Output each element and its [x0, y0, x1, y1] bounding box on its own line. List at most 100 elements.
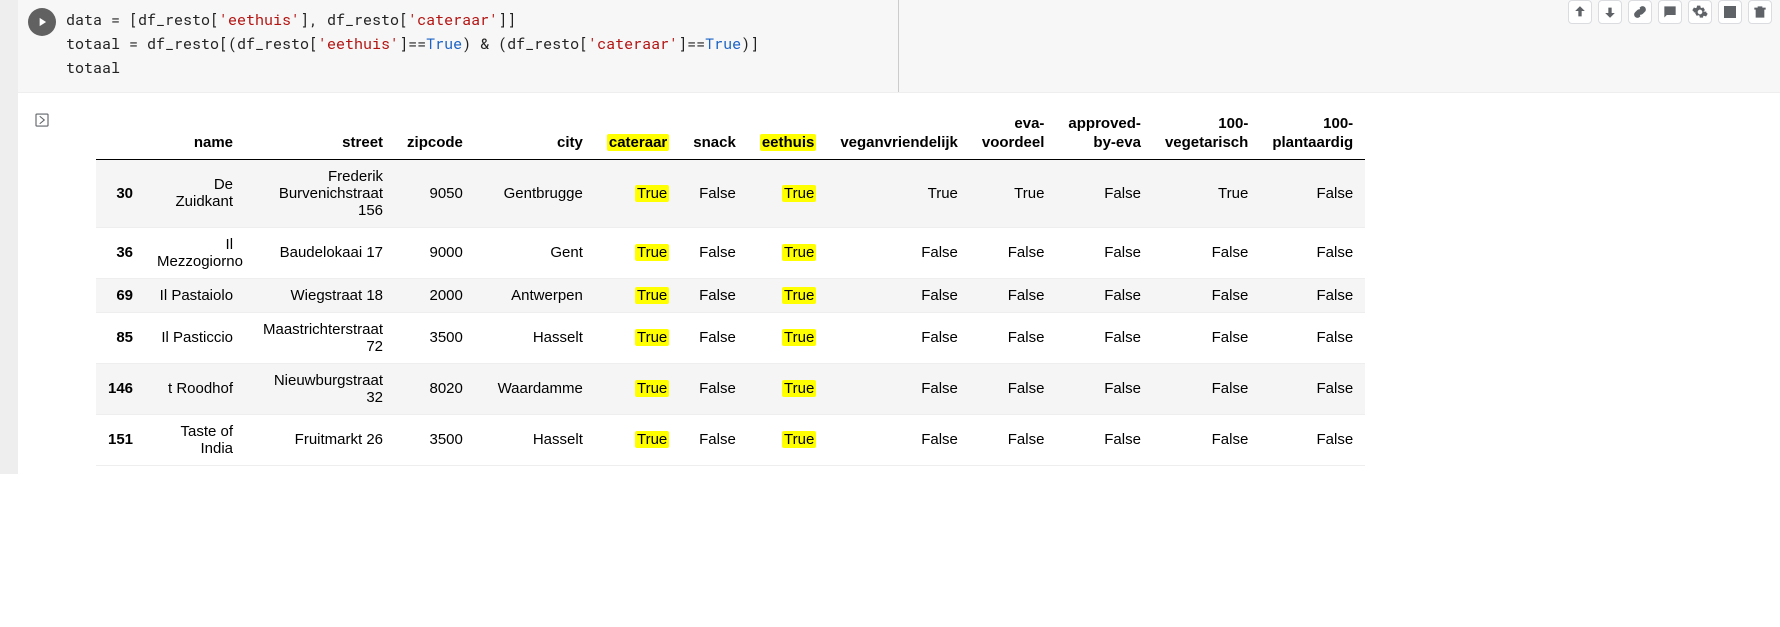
output-indicator-icon[interactable] [33, 111, 51, 132]
table-cell: True [595, 227, 681, 278]
table-row: 69Il PastaioloWiegstraat 182000Antwerpen… [96, 278, 1365, 312]
output-area: name street zipcode city cateraar snack … [18, 93, 1780, 474]
dataframe-output[interactable]: name street zipcode city cateraar snack … [66, 93, 1780, 474]
table-cell: True [748, 227, 829, 278]
table-cell: Antwerpen [475, 278, 595, 312]
table-cell: False [1056, 363, 1153, 414]
table-cell: 9000 [395, 227, 475, 278]
table-cell: False [828, 227, 970, 278]
col-snack: snack [681, 109, 748, 159]
table-cell: False [1056, 312, 1153, 363]
table-cell: Waardamme [475, 363, 595, 414]
table-cell: Wiegstraat 18 [245, 278, 395, 312]
code-input-area[interactable]: data = [df_resto['eethuis'], df_resto['c… [18, 0, 1780, 93]
table-cell: Il Mezzogiorno [145, 227, 245, 278]
table-cell: False [1260, 278, 1365, 312]
move-cell-down-button[interactable] [1598, 0, 1622, 24]
row-index: 85 [96, 312, 145, 363]
add-comment-button[interactable] [1658, 0, 1682, 24]
table-cell: Hasselt [475, 312, 595, 363]
table-cell: 2000 [395, 278, 475, 312]
notebook-cell: data = [df_resto['eethuis'], df_resto['c… [0, 0, 1780, 474]
row-index: 30 [96, 159, 145, 227]
table-cell: False [1260, 363, 1365, 414]
table-cell: False [828, 363, 970, 414]
table-cell: 3500 [395, 312, 475, 363]
cell-settings-button[interactable] [1688, 0, 1712, 24]
table-cell: True [595, 363, 681, 414]
table-cell: 8020 [395, 363, 475, 414]
run-cell-button[interactable] [28, 8, 56, 36]
table-cell: False [681, 227, 748, 278]
col-cateraar: cateraar [595, 109, 681, 159]
col-name: name [145, 109, 245, 159]
table-cell: True [748, 159, 829, 227]
dataframe-table: name street zipcode city cateraar snack … [96, 109, 1365, 466]
table-cell: False [1153, 363, 1260, 414]
link-cell-button[interactable] [1628, 0, 1652, 24]
row-index: 151 [96, 414, 145, 465]
col-100-plantaardig: 100-plantaardig [1260, 109, 1365, 159]
table-cell: True [970, 159, 1057, 227]
table-row: 85Il PasticcioMaastrichterstraat 723500H… [96, 312, 1365, 363]
table-cell: False [1056, 159, 1153, 227]
table-cell: True [748, 312, 829, 363]
delete-cell-button[interactable] [1748, 0, 1772, 24]
table-cell: False [1260, 159, 1365, 227]
table-cell: False [1056, 414, 1153, 465]
col-index [96, 109, 145, 159]
table-cell: False [1056, 278, 1153, 312]
table-cell: True [828, 159, 970, 227]
table-cell: Frederik Burvenichstraat 156 [245, 159, 395, 227]
table-cell: False [681, 363, 748, 414]
table-cell: True [595, 278, 681, 312]
table-cell: True [748, 414, 829, 465]
table-row: 146t RoodhofNieuwburgstraat 328020Waarda… [96, 363, 1365, 414]
table-row: 36Il MezzogiornoBaudelokaai 179000GentTr… [96, 227, 1365, 278]
table-cell: False [1260, 414, 1365, 465]
col-eethuis: eethuis [748, 109, 829, 159]
table-cell: True [748, 278, 829, 312]
table-cell: Hasselt [475, 414, 595, 465]
table-cell: True [748, 363, 829, 414]
table-cell: False [970, 227, 1057, 278]
table-cell: True [1153, 159, 1260, 227]
table-cell: Nieuwburgstraat 32 [245, 363, 395, 414]
table-cell: False [681, 312, 748, 363]
table-cell: False [1056, 227, 1153, 278]
table-cell: t Roodhof [145, 363, 245, 414]
col-100-vegetarisch: 100-vegetarisch [1153, 109, 1260, 159]
table-cell: Gentbrugge [475, 159, 595, 227]
row-index: 69 [96, 278, 145, 312]
code-editor[interactable]: data = [df_resto['eethuis'], df_resto['c… [66, 4, 1780, 80]
col-zipcode: zipcode [395, 109, 475, 159]
mirror-cell-button[interactable] [1718, 0, 1742, 24]
table-cell: False [970, 312, 1057, 363]
col-approved-by-eva: approved-by-eva [1056, 109, 1153, 159]
table-cell: False [681, 278, 748, 312]
table-cell: False [970, 414, 1057, 465]
table-cell: False [1153, 312, 1260, 363]
table-cell: False [1153, 414, 1260, 465]
pane-splitter [898, 0, 899, 92]
cell-gutter [0, 0, 18, 474]
cell-toolbar [1568, 0, 1772, 24]
table-cell: 9050 [395, 159, 475, 227]
table-row: 30De ZuidkantFrederik Burvenichstraat 15… [96, 159, 1365, 227]
table-cell: Il Pastaiolo [145, 278, 245, 312]
table-cell: True [595, 159, 681, 227]
table-header-row: name street zipcode city cateraar snack … [96, 109, 1365, 159]
table-cell: Maastrichterstraat 72 [245, 312, 395, 363]
table-cell: False [970, 278, 1057, 312]
table-cell: False [681, 414, 748, 465]
table-cell: False [681, 159, 748, 227]
move-cell-up-button[interactable] [1568, 0, 1592, 24]
table-cell: De Zuidkant [145, 159, 245, 227]
table-row: 151Taste of IndiaFruitmarkt 263500Hassel… [96, 414, 1365, 465]
col-street: street [245, 109, 395, 159]
col-eva-voordeel: eva-voordeel [970, 109, 1057, 159]
table-cell: Fruitmarkt 26 [245, 414, 395, 465]
table-cell: Taste of India [145, 414, 245, 465]
table-cell: Baudelokaai 17 [245, 227, 395, 278]
row-index: 36 [96, 227, 145, 278]
